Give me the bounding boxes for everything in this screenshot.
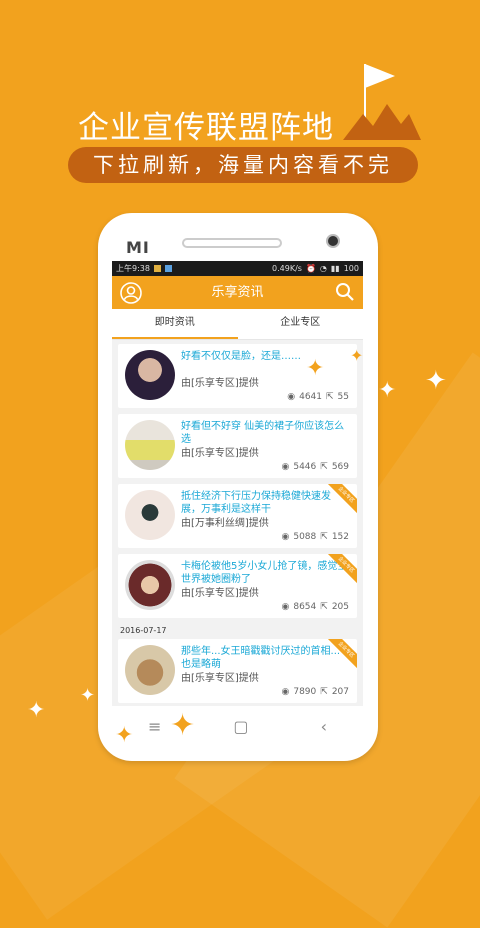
views-icon: ◉ <box>281 602 290 612</box>
article-source: 由[万事利丝绸]提供 <box>181 518 269 529</box>
views-icon: ◉ <box>281 687 290 697</box>
article-card[interactable]: 卡梅伦被他5岁小女儿抢了镜，感觉全世界被她圈粉了 由[乐享专区]提供 ◉ 865… <box>118 554 357 618</box>
article-thumbnail <box>125 645 175 695</box>
share-icon: ⇱ <box>320 462 328 472</box>
status-time: 上午9:38 <box>116 264 150 273</box>
notification-icon <box>153 265 161 272</box>
tab-enterprise-zone[interactable]: 企业专区 <box>238 309 364 339</box>
article-source: 由[乐享专区]提供 <box>181 378 259 389</box>
signal-icon: ▮▮ <box>330 264 340 273</box>
article-source: 由[乐享专区]提供 <box>181 673 259 684</box>
status-bar: 上午9:38 0.49K/s ⏰ ◔ ▮▮ 100 <box>112 261 363 276</box>
article-stats: ◉ 8654 ⇱ 205 <box>282 602 350 612</box>
search-icon[interactable] <box>335 282 355 302</box>
network-speed: 0.49K/s <box>272 264 302 273</box>
article-stats: ◉ 4641 ⇱ 55 <box>287 392 349 402</box>
article-card[interactable]: 抵住经济下行压力保持稳健快速发展，万事利是这样干 由[万事利丝绸]提供 ◉ 50… <box>118 484 357 548</box>
article-thumbnail <box>125 420 175 470</box>
article-title: 卡梅伦被他5岁小女儿抢了镜，感觉全世界被她圈粉了 <box>181 561 348 585</box>
article-thumbnail <box>125 490 175 540</box>
speaker-grille <box>182 238 282 248</box>
date-separator: 2016-07-17 <box>120 626 167 635</box>
sparkle-icon: ✦ <box>306 356 325 381</box>
article-stats: ◉ 5446 ⇱ 569 <box>282 462 350 472</box>
sparkle-icon: ✦ <box>170 708 196 743</box>
app-screen: 上午9:38 0.49K/s ⏰ ◔ ▮▮ 100 乐享资讯 即时资讯 企业专区 <box>112 261 363 706</box>
tab-instant-news[interactable]: 即时资讯 <box>112 309 238 339</box>
views-count: 7890 <box>293 687 317 697</box>
shares-count: 569 <box>331 462 349 472</box>
app-title: 乐享资讯 <box>211 285 264 300</box>
shares-count: 205 <box>331 602 349 612</box>
article-stats: ◉ 7890 ⇱ 207 <box>282 687 350 697</box>
back-icon[interactable]: ‹ <box>321 717 327 736</box>
article-title: 好看但不好穿 仙美的裙子你应该怎么选 <box>181 421 345 445</box>
shares-count: 152 <box>331 532 349 542</box>
article-stats: ◉ 5088 ⇱ 152 <box>282 532 350 542</box>
sparkle-icon: ✦ <box>80 685 96 706</box>
views-count: 4641 <box>299 392 322 402</box>
sparkle-icon: ✦ <box>350 346 364 365</box>
views-count: 8654 <box>293 602 317 612</box>
alarm-icon: ⏰ <box>305 264 316 273</box>
article-source: 由[乐享专区]提供 <box>181 588 259 599</box>
article-source: 由[乐享专区]提供 <box>181 448 259 459</box>
promo-subline: 下拉刷新，海量内容看不完 <box>68 147 418 183</box>
article-thumbnail <box>125 560 175 610</box>
flag-mountain-icon <box>343 64 421 140</box>
battery-level: 100 <box>343 264 359 273</box>
article-title: 抵住经济下行压力保持稳健快速发展，万事利是这样干 <box>181 491 331 515</box>
article-card[interactable]: 那些年...女王暗戳戳讨厌过的首相...也是略萌 由[乐享专区]提供 ◉ 789… <box>118 639 357 703</box>
article-card[interactable]: 好看但不好穿 仙美的裙子你应该怎么选 由[乐享专区]提供 ◉ 5446 ⇱ 56… <box>118 414 357 478</box>
sparkle-icon: ✦ <box>27 698 46 723</box>
sparkle-icon: ✦ <box>425 366 447 396</box>
views-icon: ◉ <box>287 392 296 402</box>
notification-icon <box>164 265 172 272</box>
share-icon: ⇱ <box>320 687 328 697</box>
views-count: 5088 <box>293 532 317 542</box>
menu-icon[interactable]: ≡ <box>148 717 161 736</box>
camera-icon <box>326 234 340 248</box>
sparkle-icon: ✦ <box>115 723 134 748</box>
views-count: 5446 <box>293 462 317 472</box>
share-icon: ⇱ <box>320 602 328 612</box>
article-thumbnail <box>125 350 175 400</box>
shares-count: 207 <box>331 687 349 697</box>
article-title: 那些年...女王暗戳戳讨厌过的首相...也是略萌 <box>181 646 341 670</box>
brand-logo: MI <box>126 238 150 257</box>
views-icon: ◉ <box>281 462 290 472</box>
promo-headline: 企业宣传联盟阵地 <box>78 110 334 146</box>
app-header: 乐享资讯 <box>112 276 363 309</box>
system-nav-bar: ≡ ▢ ‹ <box>112 706 363 746</box>
article-list: 好看不仅仅是脸，还是…… 由[乐享专区]提供 ◉ 4641 ⇱ 55 好看但不好… <box>112 340 363 703</box>
views-icon: ◉ <box>281 532 290 542</box>
share-icon: ⇱ <box>326 392 334 402</box>
sparkle-icon: ✦ <box>378 378 397 403</box>
wifi-icon: ◔ <box>319 264 327 273</box>
home-icon[interactable]: ▢ <box>233 717 248 736</box>
tab-bar: 即时资讯 企业专区 <box>112 309 363 340</box>
shares-count: 55 <box>337 392 349 402</box>
share-icon: ⇱ <box>320 532 328 542</box>
